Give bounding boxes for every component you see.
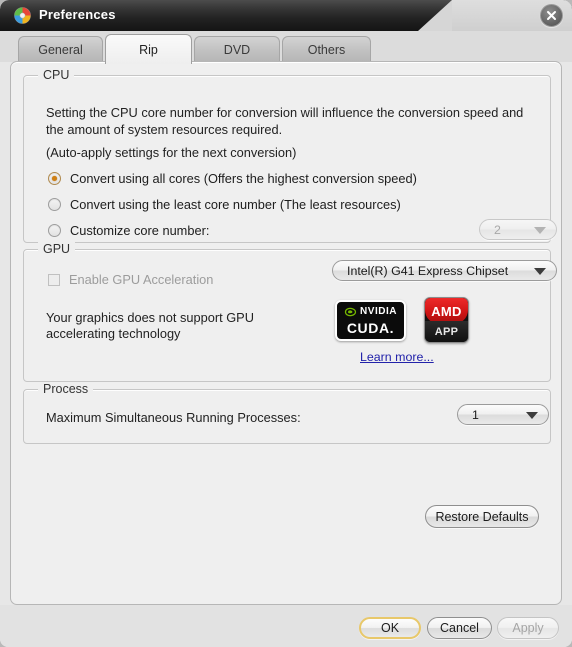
amd-product-text: APP [434,325,459,338]
tab-general-label: General [38,43,83,57]
chevron-down-icon [526,412,538,419]
radio-customize-cores[interactable]: Customize core number: [48,223,209,238]
core-number-value: 2 [494,222,501,237]
enable-gpu-acceleration-checkbox[interactable]: Enable GPU Acceleration [48,272,213,287]
gpu-group-title: GPU [38,242,76,256]
max-processes-value: 1 [472,407,479,422]
disc-icon [14,7,31,24]
tab-others-label: Others [307,43,346,57]
title-bar: Preferences [0,0,572,31]
radio-least-cores-label: Convert using the least core number (The… [70,197,401,212]
enable-gpu-label: Enable GPU Acceleration [69,272,214,287]
restore-defaults-button[interactable]: Restore Defaults [425,505,539,528]
tab-rip-label: Rip [139,42,158,57]
radio-customize-cores-label: Customize core number: [70,223,210,238]
cpu-group-title: CPU [38,68,75,82]
window-title: Preferences [39,7,116,22]
nvidia-cuda-logo-icon: NVIDIA CUDA. [335,300,406,341]
cpu-auto-apply-note: (Auto-apply settings for the next conver… [46,145,297,160]
preferences-window: Preferences General Rip DVD Others CPU S… [0,0,572,647]
nvidia-eye-icon [344,307,357,316]
radio-all-cores-label: Convert using all cores (Offers the high… [70,171,417,186]
tab-rip[interactable]: Rip [105,34,192,64]
max-processes-label: Maximum Simultaneous Running Processes: [46,410,301,425]
process-group: Process Maximum Simultaneous Running Pro… [23,382,551,444]
cpu-group: CPU Setting the CPU core number for conv… [23,68,557,243]
gpu-device-value: Intel(R) G41 Express Chipset [347,263,509,278]
radio-customize-cores-indicator[interactable] [48,224,61,237]
cpu-description: Setting the CPU core number for conversi… [46,105,524,137]
gpu-device-dropdown[interactable]: Intel(R) G41 Express Chipset [332,260,557,281]
enable-gpu-checkbox-indicator[interactable] [48,273,60,286]
amd-brand-text: AMD [431,303,462,319]
nvidia-brand-text: NVIDIA [360,306,397,317]
tab-bar: General Rip DVD Others [0,31,572,64]
radio-all-cores-indicator[interactable] [48,172,61,185]
radio-all-cores[interactable]: Convert using all cores (Offers the high… [48,171,417,186]
chevron-down-icon [534,227,546,234]
learn-more-link[interactable]: Learn more... [360,350,434,364]
tab-dvd[interactable]: DVD [194,36,280,63]
cancel-button[interactable]: Cancel [427,617,492,639]
tab-others[interactable]: Others [282,36,371,63]
tab-general[interactable]: General [18,36,103,63]
radio-least-cores-indicator[interactable] [48,198,61,211]
ok-button[interactable]: OK [359,617,421,639]
core-number-dropdown[interactable]: 2 [479,219,557,240]
gpu-group: GPU Enable GPU Acceleration Intel(R) G41… [23,242,557,382]
radio-least-cores[interactable]: Convert using the least core number (The… [48,197,401,212]
gpu-unsupported-note: Your graphics does not support GPU accel… [46,310,254,341]
close-icon[interactable] [540,4,563,27]
tab-dvd-label: DVD [223,43,251,57]
max-processes-dropdown[interactable]: 1 [457,404,549,425]
process-group-title: Process [38,382,94,396]
chevron-down-icon [534,268,546,275]
cuda-product-text: CUDA. [346,320,395,336]
amd-app-logo-icon: AMD APP [424,297,469,343]
apply-button[interactable]: Apply [497,617,559,639]
